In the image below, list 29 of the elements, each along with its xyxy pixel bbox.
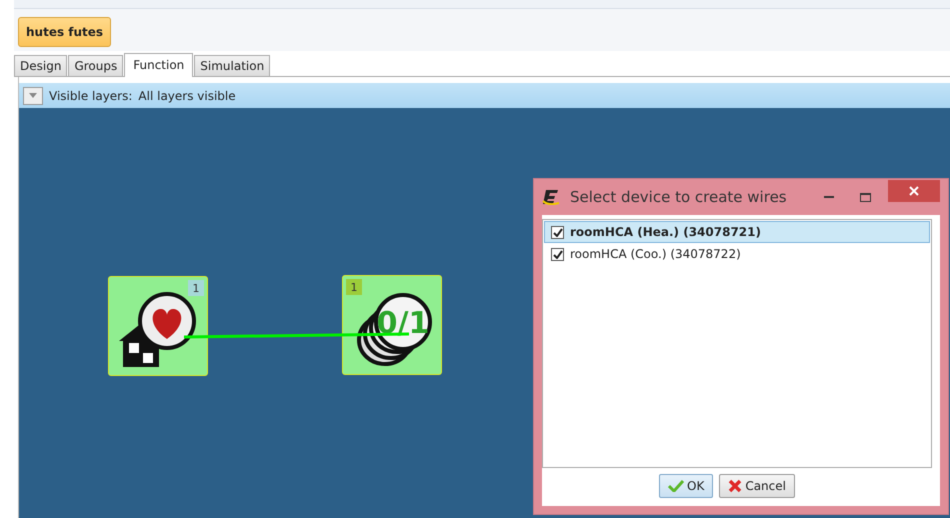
- count-badge: 1: [346, 279, 362, 295]
- device-node[interactable]: 1: [108, 276, 208, 376]
- tab[interactable]: Simulation: [194, 55, 270, 76]
- layers-value: All layers visible: [138, 88, 236, 102]
- device-node[interactable]: 0/1 1: [342, 275, 442, 375]
- minimize-icon: [824, 196, 834, 198]
- tab[interactable]: Design: [14, 55, 68, 76]
- checkbox[interactable]: [551, 248, 564, 260]
- cancel-button[interactable]: Cancel: [719, 474, 795, 498]
- layers-dropdown-button[interactable]: [23, 86, 43, 104]
- device-label: roomHCA (Coo.) (34078722): [570, 247, 741, 261]
- tab[interactable]: Function: [124, 53, 194, 77]
- dialog-title: Select device to create wires: [570, 188, 788, 206]
- app-logo-icon: [542, 189, 560, 205]
- count-badge: 1: [188, 280, 204, 296]
- device-item[interactable]: roomHCA (Hea.) (34078721): [544, 221, 930, 243]
- checkmark-icon: [668, 480, 684, 492]
- close-button[interactable]: [888, 180, 940, 202]
- layers-label: Visible layers:: [49, 88, 132, 102]
- device-item[interactable]: roomHCA (Coo.) (34078722): [544, 243, 930, 265]
- ok-button[interactable]: OK: [659, 474, 714, 498]
- caret-icon: [29, 93, 37, 98]
- project-button[interactable]: hutes futes: [18, 17, 112, 47]
- cross-icon: [728, 479, 742, 493]
- maximize-icon: [860, 192, 870, 202]
- tab[interactable]: Groups: [68, 55, 124, 76]
- device-label: roomHCA (Hea.) (34078721): [570, 225, 761, 239]
- close-icon: [909, 186, 919, 196]
- checkbox[interactable]: [551, 226, 564, 238]
